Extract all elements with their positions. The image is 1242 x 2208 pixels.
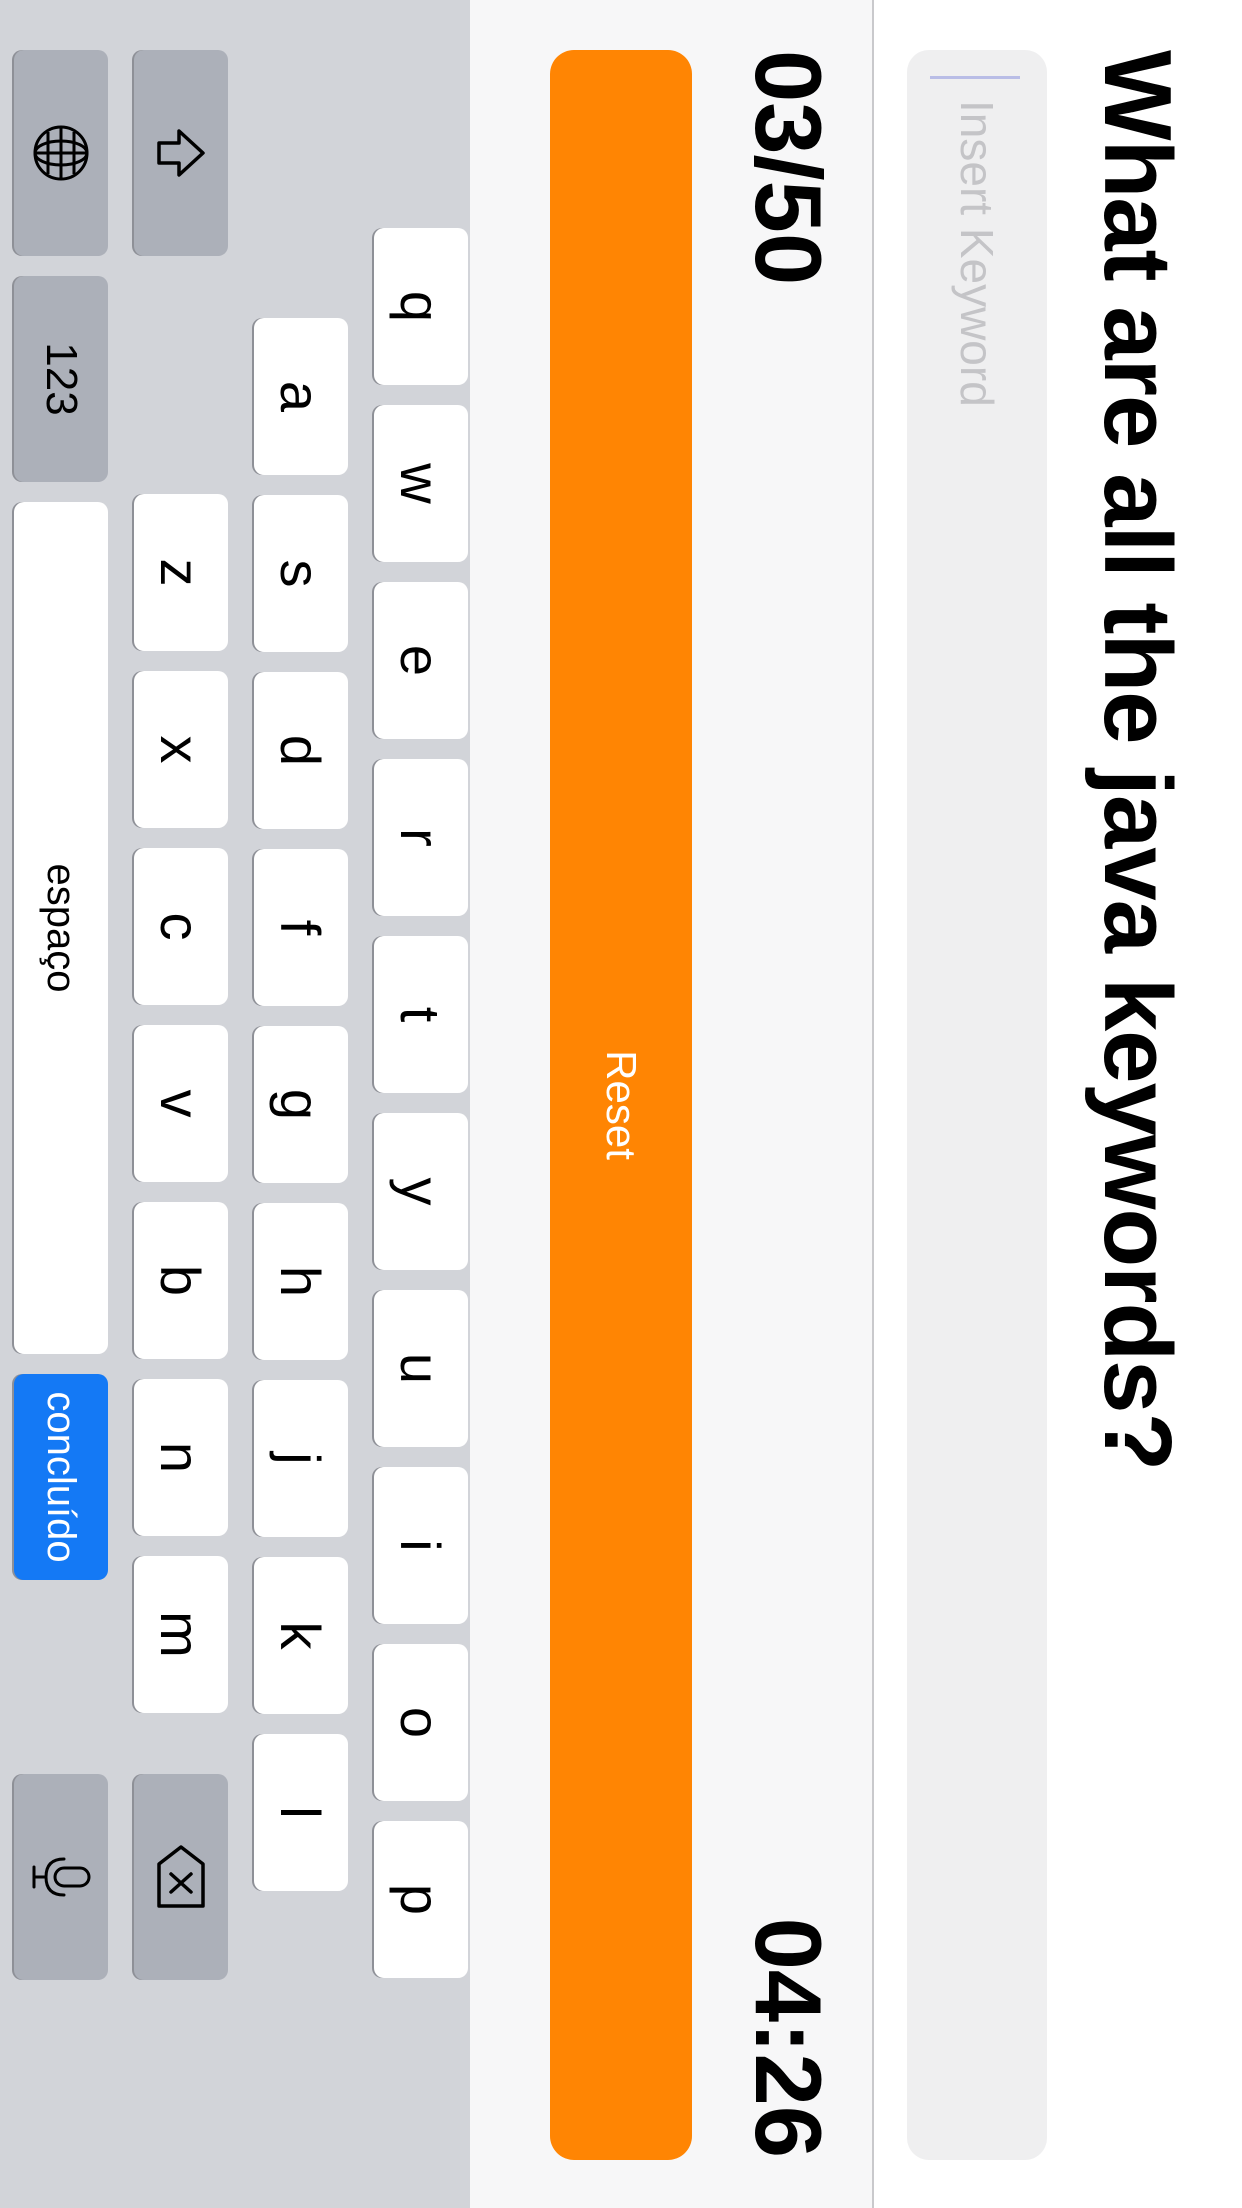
key-b[interactable]: b — [134, 1202, 228, 1359]
text-caret — [930, 76, 1020, 79]
key-j[interactable]: j — [254, 1380, 348, 1537]
key-g[interactable]: g — [254, 1026, 348, 1183]
done-key[interactable]: concluído — [14, 1374, 108, 1580]
header-divider — [872, 0, 874, 2208]
space-key[interactable]: espaço — [14, 502, 108, 1354]
microphone-key[interactable] — [14, 1774, 108, 1980]
backspace-icon — [155, 1844, 207, 1910]
key-q[interactable]: q — [374, 228, 468, 385]
countdown-timer: 04:26 — [736, 1917, 841, 2158]
key-u[interactable]: u — [374, 1290, 468, 1447]
key-x[interactable]: x — [134, 671, 228, 828]
reset-button[interactable]: Reset — [550, 50, 692, 2160]
app-stage: What are all the java keywords? 03/50 04… — [0, 0, 1242, 2208]
key-n[interactable]: n — [134, 1379, 228, 1536]
key-t[interactable]: t — [374, 936, 468, 1093]
key-r[interactable]: r — [374, 759, 468, 916]
key-m[interactable]: m — [134, 1556, 228, 1713]
key-s[interactable]: s — [254, 495, 348, 652]
globe-key[interactable] — [14, 50, 108, 256]
keyword-input[interactable] — [907, 50, 1047, 2160]
numbers-key[interactable]: 123 — [14, 276, 108, 482]
key-z[interactable]: z — [134, 494, 228, 651]
key-v[interactable]: v — [134, 1025, 228, 1182]
header-area: What are all the java keywords? — [872, 0, 1242, 2208]
key-y[interactable]: y — [374, 1113, 468, 1270]
key-l[interactable]: l — [254, 1734, 348, 1891]
key-h[interactable]: h — [254, 1203, 348, 1360]
key-i[interactable]: i — [374, 1467, 468, 1624]
key-k[interactable]: k — [254, 1557, 348, 1714]
question-title: What are all the java keywords? — [1084, 50, 1191, 1471]
key-c[interactable]: c — [134, 848, 228, 1005]
key-e[interactable]: e — [374, 582, 468, 739]
microphone-icon — [30, 1853, 92, 1901]
key-o[interactable]: o — [374, 1644, 468, 1801]
key-f[interactable]: f — [254, 849, 348, 1006]
key-p[interactable]: p — [374, 1821, 468, 1978]
globe-icon — [31, 123, 91, 183]
shift-icon — [153, 125, 209, 181]
answered-counter: 03/50 — [736, 50, 841, 286]
key-a[interactable]: a — [254, 318, 348, 475]
backspace-key[interactable] — [134, 1774, 228, 1980]
onscreen-keyboard: qwertyuiop asdfghjkl zxcvbnm 123 espaço … — [0, 0, 470, 2208]
key-w[interactable]: w — [374, 405, 468, 562]
key-d[interactable]: d — [254, 672, 348, 829]
shift-key[interactable] — [134, 50, 228, 256]
